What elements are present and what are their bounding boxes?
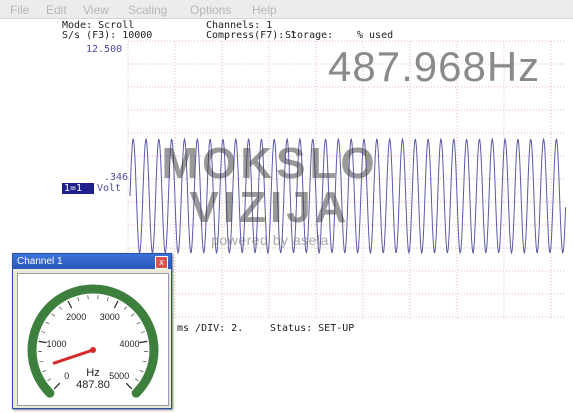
channel-value: .346 (104, 172, 129, 183)
watermark-line-1: MOKSLO (161, 139, 379, 188)
gauge-minor-tick (135, 378, 139, 382)
gauge-minor-tick (136, 321, 141, 325)
gauge-major-tick (53, 382, 61, 390)
gauge-value: 487.80 (76, 379, 110, 391)
gauge-minor-tick (139, 369, 144, 373)
gauge-hub (90, 347, 96, 353)
gauge-unit: Hz (86, 367, 99, 379)
gauge-needle (52, 348, 95, 365)
gauge-title: Channel 1 (17, 256, 63, 267)
gauge-tick-label: 1000 (46, 339, 66, 349)
ms-per-div-status: ms /DIV: 2. (177, 323, 244, 334)
gauge-major-tick (38, 340, 47, 344)
gauge-minor-tick (45, 321, 50, 325)
channel-gauge-window[interactable]: Channel 1 x 0 1000 2000 3000 4000 5000 Hz 487… (12, 253, 172, 409)
gauge-minor-tick (131, 313, 135, 317)
gauge-major-tick (113, 300, 119, 309)
watermark-line-3: powered by asela (211, 232, 329, 248)
gauge-face: 0 1000 2000 3000 4000 5000 Hz 487.80 (17, 273, 169, 406)
gauge-minor-tick (140, 331, 145, 334)
channel-unit: Volt (97, 183, 122, 194)
gauge-minor-tick (142, 360, 147, 363)
gauge-minor-tick (47, 378, 51, 382)
gauge-minor-tick (106, 297, 109, 302)
gauge-title-bar[interactable]: Channel 1 x (13, 254, 171, 269)
run-status: Status: SET-UP (270, 323, 355, 334)
gauge-major-tick (125, 382, 133, 390)
gauge-tick-label: 0 (64, 371, 69, 381)
frequency-gauge: 0 1000 2000 3000 4000 5000 Hz 487.80 (27, 284, 159, 398)
gauge-tick-label: 3000 (100, 312, 120, 322)
gauge-tick-label: 5000 (109, 371, 129, 381)
gauge-major-tick (139, 340, 148, 344)
y-axis-max-label: 12.500 (86, 44, 123, 55)
gauge-minor-tick (124, 306, 127, 310)
gauge-minor-tick (39, 360, 44, 363)
close-button[interactable]: x (155, 256, 168, 269)
gauge-minor-tick (42, 369, 47, 373)
gauge-minor-tick (51, 313, 55, 317)
watermark-line-2: VIZIJA (189, 183, 351, 232)
channel-label[interactable]: 1=1 (62, 183, 94, 194)
gauge-minor-tick (77, 297, 80, 302)
close-icon: x (159, 257, 164, 267)
gauge-minor-tick (41, 331, 46, 334)
gauge-major-tick (67, 300, 73, 309)
gauge-minor-tick (59, 306, 62, 310)
gauge-tick-label: 4000 (119, 339, 139, 349)
watermark: MOKSLO VIZIJA powered by asela (160, 139, 380, 249)
gauge-tick-label: 2000 (66, 312, 86, 322)
frequency-readout: 487.968Hz (328, 43, 541, 90)
